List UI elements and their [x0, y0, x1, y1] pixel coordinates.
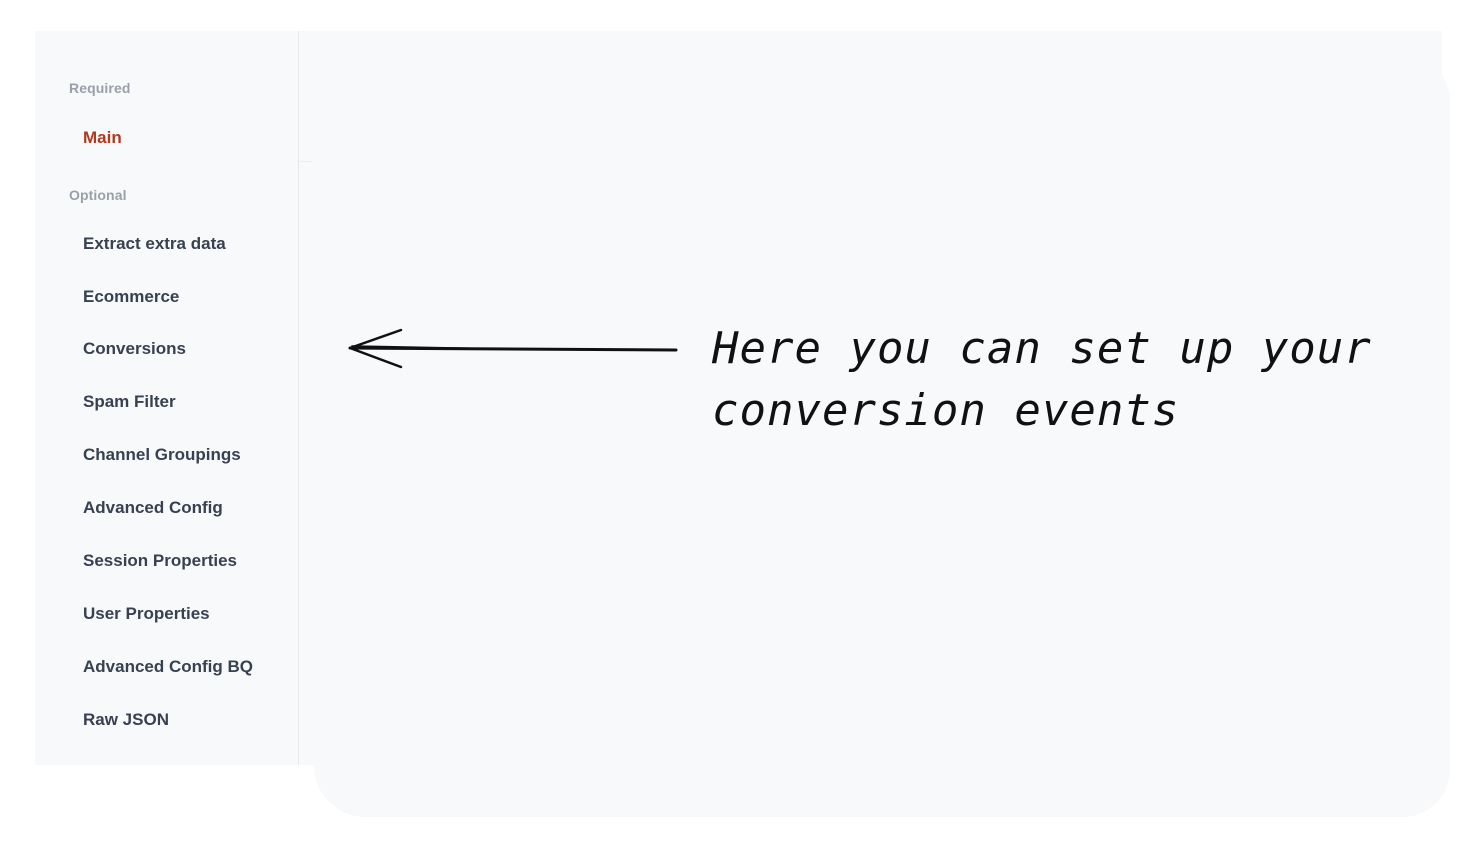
annotation-line-2: conversion events — [712, 385, 1180, 436]
sidebar-item-session-properties[interactable]: Session Properties — [83, 551, 237, 571]
section-label-required: Required — [69, 80, 131, 96]
sidebar-item-conversions[interactable]: Conversions — [83, 339, 186, 359]
page: Required Main Optional Extract extra dat… — [0, 0, 1476, 858]
sidebar: Required Main Optional Extract extra dat… — [35, 31, 299, 765]
sidebar-item-ecommerce[interactable]: Ecommerce — [83, 287, 179, 307]
sidebar-item-advanced-config[interactable]: Advanced Config — [83, 498, 223, 518]
sidebar-item-main[interactable]: Main — [83, 128, 122, 148]
sidebar-item-raw-json[interactable]: Raw JSON — [83, 710, 169, 730]
sidebar-item-user-properties[interactable]: User Properties — [83, 604, 210, 624]
sidebar-item-extract-extra-data[interactable]: Extract extra data — [83, 234, 226, 254]
section-label-optional: Optional — [69, 187, 127, 203]
sidebar-item-channel-groupings[interactable]: Channel Groupings — [83, 445, 241, 465]
sidebar-divider-tick — [299, 161, 312, 162]
sidebar-item-spam-filter[interactable]: Spam Filter — [83, 392, 176, 412]
annotation-line-1: Here you can set up your — [712, 323, 1372, 374]
sidebar-item-advanced-config-bq[interactable]: Advanced Config BQ — [83, 657, 253, 677]
annotation-text: Here you can set up your conversion even… — [712, 318, 1412, 442]
